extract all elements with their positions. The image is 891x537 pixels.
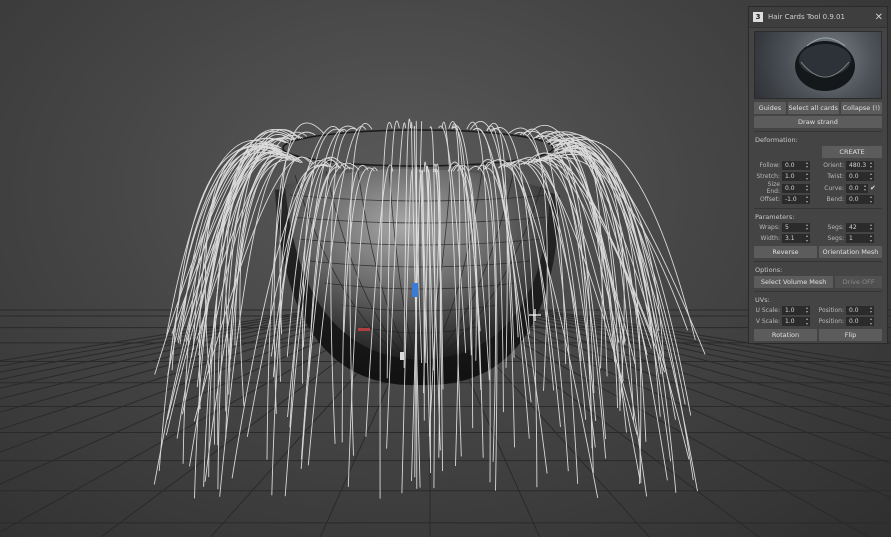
app-icon: 3 bbox=[753, 12, 763, 22]
u-scale-label: U Scale: bbox=[755, 306, 780, 314]
close-icon[interactable]: ✕ bbox=[875, 12, 883, 23]
options-label: Options: bbox=[755, 265, 783, 274]
v-scale-label: V Scale: bbox=[755, 318, 780, 325]
draw-strand-button[interactable]: Draw strand bbox=[754, 116, 882, 128]
wraps-label: Wraps: bbox=[759, 223, 780, 231]
u-position-field[interactable]: 0.0 bbox=[846, 305, 874, 315]
follow-label: Follow: bbox=[759, 161, 780, 169]
segs-label: Segs: bbox=[827, 223, 844, 231]
v-position-field[interactable]: 0.0 bbox=[846, 317, 874, 326]
select-all-cards-button[interactable]: Select all cards bbox=[787, 102, 839, 114]
width-field[interactable]: 3.1 bbox=[782, 234, 810, 243]
wraps-field[interactable]: 5 bbox=[782, 222, 810, 232]
u-scale-field[interactable]: 1.0 bbox=[782, 305, 810, 315]
v-scale-field[interactable]: 1.0 bbox=[782, 317, 810, 326]
size-end-label: Size End: bbox=[766, 181, 780, 195]
twist-field[interactable]: 0.0 bbox=[846, 172, 874, 181]
stretch-field[interactable]: 1.0 bbox=[782, 172, 810, 181]
orientation-mesh-button[interactable]: Orientation Mesh bbox=[819, 245, 882, 258]
collapse-button[interactable]: Collapse (!) bbox=[840, 102, 882, 114]
offset-field[interactable]: -1.0 bbox=[782, 195, 810, 204]
deformation-label: Deformation: bbox=[755, 136, 798, 144]
flip-button[interactable]: Flip bbox=[819, 328, 882, 341]
segs-field[interactable]: 42 bbox=[846, 222, 874, 232]
curve-label: Curve: bbox=[824, 184, 844, 192]
parameters-label: Parameters: bbox=[755, 212, 795, 221]
hair-cards-tool-panel: 3 Hair Cards Tool 0.9.01 ✕ Guides Select… bbox=[748, 6, 888, 344]
u-position-label: Position: bbox=[818, 306, 844, 314]
curve-field[interactable]: 0.0 bbox=[846, 183, 868, 193]
offset-label: Offset: bbox=[759, 196, 780, 203]
size-end-field[interactable]: 0.0 bbox=[782, 183, 810, 193]
reverse-button[interactable]: Reverse bbox=[754, 245, 817, 258]
rotation-button[interactable]: Rotation bbox=[754, 328, 817, 341]
drive-off-button[interactable]: Drive OFF bbox=[835, 275, 882, 288]
panel-titlebar[interactable]: 3 Hair Cards Tool 0.9.01 ✕ bbox=[749, 7, 887, 28]
follow-field[interactable]: 0.0 bbox=[782, 160, 810, 170]
create-button[interactable]: CREATE bbox=[822, 146, 882, 158]
curve-checkbox-icon[interactable]: ✔ bbox=[870, 184, 876, 192]
uvs-label: UVs: bbox=[755, 295, 770, 304]
select-volume-mesh-button[interactable]: Select Volume Mesh bbox=[754, 275, 834, 288]
v-position-label: Position: bbox=[818, 318, 844, 325]
orient-field[interactable]: 480.3 bbox=[846, 160, 874, 170]
width-label: Width: bbox=[760, 235, 780, 242]
stretch-label: Stretch: bbox=[756, 173, 780, 180]
material-preview-thumbnail bbox=[754, 31, 882, 99]
segs-width-label: Segs: bbox=[827, 235, 844, 242]
bend-label: Bend: bbox=[826, 196, 844, 203]
twist-label: Twist: bbox=[827, 173, 844, 180]
bend-field[interactable]: 0.0 bbox=[846, 195, 874, 204]
hair-strands bbox=[153, 118, 706, 499]
guides-button[interactable]: Guides bbox=[754, 102, 786, 114]
orient-label: Orient: bbox=[823, 161, 844, 169]
segs-width-field[interactable]: 1 bbox=[846, 234, 874, 243]
panel-title: Hair Cards Tool 0.9.01 bbox=[768, 13, 845, 21]
